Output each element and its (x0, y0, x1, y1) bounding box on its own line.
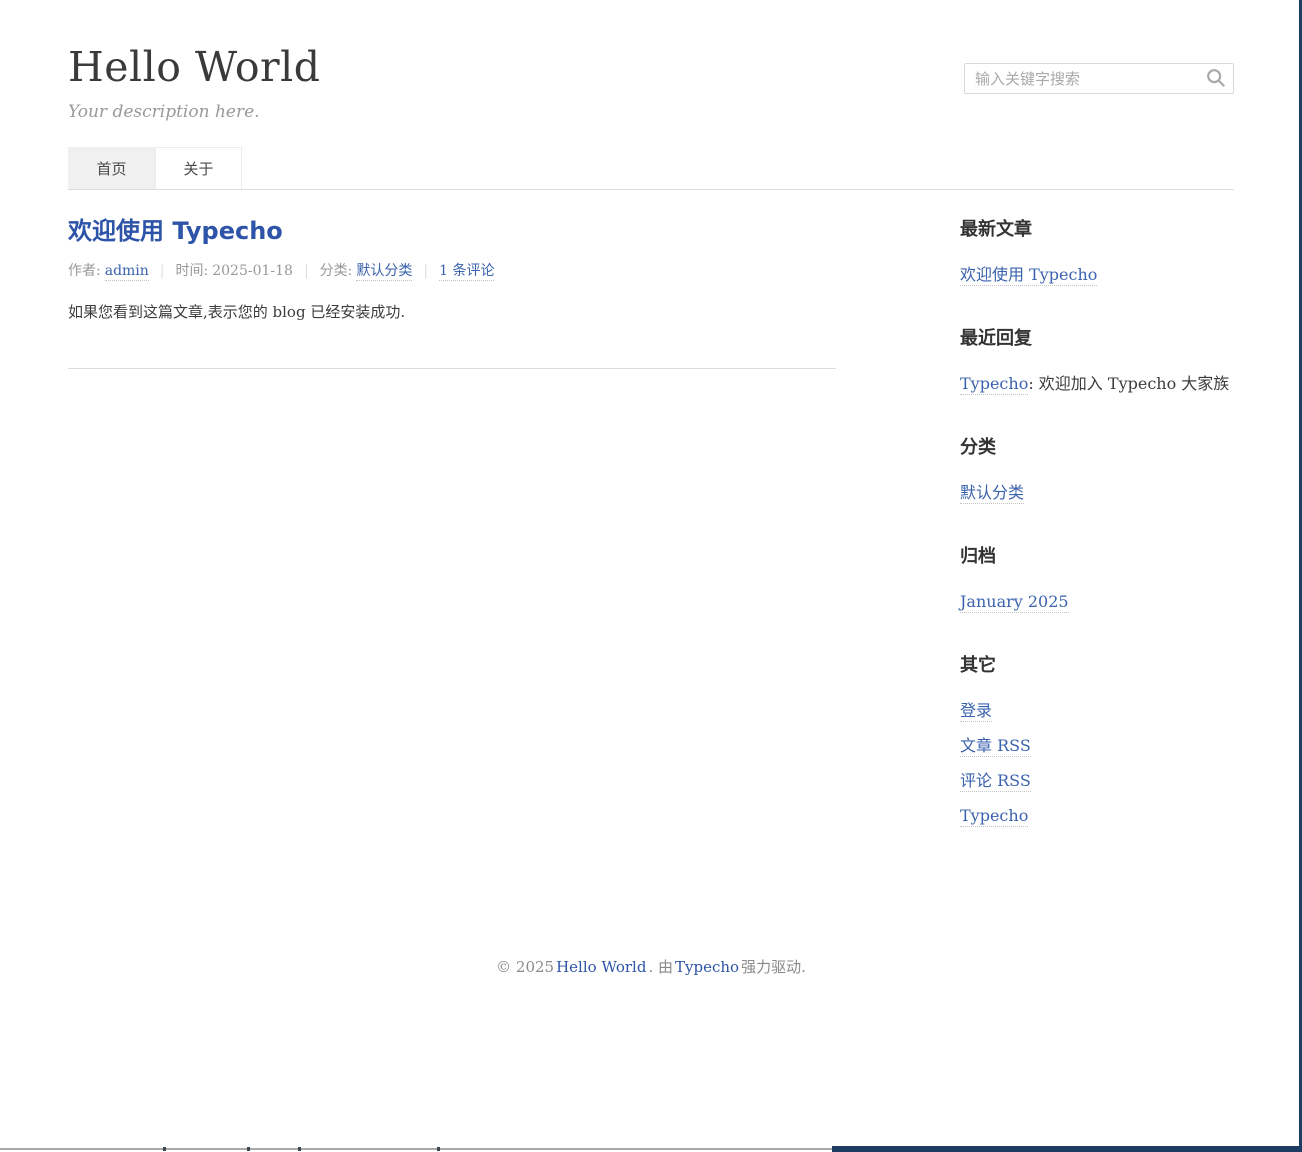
list-item: Typecho: 欢迎加入 Typecho 大家族 (960, 373, 1234, 394)
comment-author-link[interactable]: Typecho (960, 374, 1028, 395)
post-divider (68, 368, 836, 369)
list-item: 登录 (960, 700, 1234, 721)
widget-title-recent-posts: 最新文章 (960, 218, 1234, 242)
main-content: 欢迎使用 Typecho 作者:admin|时间:2025-01-18|分类:默… (68, 216, 836, 868)
post-title: 欢迎使用 Typecho (68, 216, 836, 246)
site-footer: © 2025Hello World. 由Typecho强力驱动. (68, 868, 1234, 977)
main-nav: 首页 关于 (68, 147, 1234, 189)
powered-prefix: . 由 (648, 958, 673, 976)
post-meta: 作者:admin|时间:2025-01-18|分类:默认分类|1 条评论 (68, 260, 836, 280)
comment-excerpt: : 欢迎加入 Typecho 大家族 (1028, 374, 1229, 393)
widget-title-recent-comments: 最近回复 (960, 327, 1234, 351)
widget-categories: 分类 默认分类 (960, 436, 1234, 503)
footer-engine-link[interactable]: Typecho (675, 958, 739, 976)
post: 欢迎使用 Typecho 作者:admin|时间:2025-01-18|分类:默… (68, 216, 836, 324)
widget-recent-comments: 最近回复 Typecho: 欢迎加入 Typecho 大家族 (960, 327, 1234, 394)
widget-title-archives: 归档 (960, 545, 1234, 569)
list-item: 评论 RSS (960, 770, 1234, 791)
taskbar-top-edge (0, 1148, 838, 1150)
list-item: 默认分类 (960, 482, 1234, 503)
copyright-text: © 2025 (496, 958, 554, 976)
site-title-link[interactable]: Hello World (68, 43, 320, 91)
category-sidebar-link[interactable]: 默认分类 (960, 483, 1024, 504)
widget-archives: 归档 January 2025 (960, 545, 1234, 612)
post-rss-link[interactable]: 文章 RSS (960, 736, 1031, 757)
typecho-link[interactable]: Typecho (960, 806, 1028, 827)
footer-site-link[interactable]: Hello World (556, 958, 646, 976)
archive-link[interactable]: January 2025 (960, 592, 1069, 613)
site-header: Hello World Your description here. 首页 关于 (68, 0, 1234, 190)
author-label: 作者: (68, 263, 101, 279)
widget-title-misc: 其它 (960, 654, 1234, 678)
site-description: Your description here. (68, 102, 1234, 122)
sidebar: 最新文章 欢迎使用 Typecho 最近回复 Typecho: 欢迎加入 Typ… (960, 216, 1234, 868)
taskbar-icon-tick (247, 1147, 250, 1151)
taskbar-icon-tick (437, 1147, 440, 1151)
list-item: 欢迎使用 Typecho (960, 264, 1234, 285)
search-form (964, 63, 1234, 94)
author-link[interactable]: admin (105, 263, 149, 281)
taskbar-icon-tick (298, 1147, 301, 1151)
list-item: 文章 RSS (960, 735, 1234, 756)
search-icon (1205, 77, 1227, 92)
background-window-edge-bottom (832, 1146, 1302, 1152)
widget-recent-posts: 最新文章 欢迎使用 Typecho (960, 218, 1234, 285)
recent-post-link[interactable]: 欢迎使用 Typecho (960, 265, 1097, 286)
list-item: January 2025 (960, 591, 1234, 612)
category-label: 分类: (320, 263, 353, 279)
post-date: 2025-01-18 (212, 263, 293, 279)
time-label: 时间: (176, 263, 209, 279)
taskbar-icon-tick (163, 1147, 166, 1151)
post-title-link[interactable]: 欢迎使用 Typecho (68, 217, 283, 245)
widget-title-categories: 分类 (960, 436, 1234, 460)
widget-misc: 其它 登录 文章 RSS 评论 RSS Typecho (960, 654, 1234, 826)
search-input[interactable] (964, 63, 1234, 94)
comment-rss-link[interactable]: 评论 RSS (960, 771, 1031, 792)
post-body: 如果您看到这篇文章,表示您的 blog 已经安装成功. (68, 300, 836, 324)
list-item: Typecho (960, 805, 1234, 826)
category-link[interactable]: 默认分类 (356, 263, 412, 281)
login-link[interactable]: 登录 (960, 701, 992, 722)
comments-link[interactable]: 1 条评论 (439, 263, 494, 281)
nav-item-home[interactable]: 首页 (68, 147, 155, 189)
powered-suffix: 强力驱动. (741, 958, 806, 976)
nav-item-about[interactable]: 关于 (155, 147, 242, 189)
search-button[interactable] (1204, 67, 1228, 91)
